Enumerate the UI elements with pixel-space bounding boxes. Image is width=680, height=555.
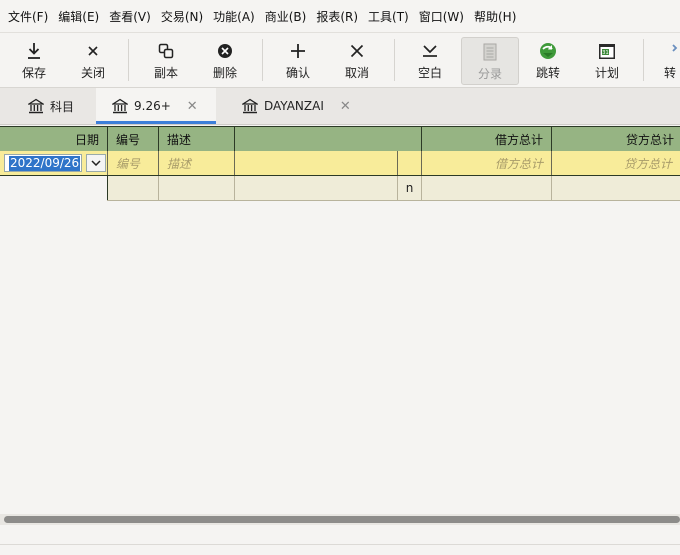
toolbar-separator <box>394 39 395 81</box>
description-field[interactable]: 描述 <box>159 151 235 175</box>
reconcile-field[interactable] <box>398 151 422 175</box>
save-label: 保存 <box>21 66 46 80</box>
close-button[interactable]: 关闭 <box>67 37 119 83</box>
chevron-down-icon <box>91 160 101 166</box>
menu-transaction[interactable]: 交易(N) <box>153 8 203 25</box>
scrollbar-thumb[interactable] <box>4 516 680 523</box>
blank-icon <box>420 40 440 62</box>
close-tab-icon[interactable]: ✕ <box>187 99 198 114</box>
enter-button[interactable]: 确认 <box>272 37 324 83</box>
toolbar: 保存 关闭 副本 删除 确认 取消 空白 分录 跳转 31 计划 转 <box>0 33 680 88</box>
duplicate-button[interactable]: 副本 <box>140 37 192 83</box>
menu-business[interactable]: 商业(B) <box>257 8 307 25</box>
register-header: 日期 编号 描述 借方总计 贷方总计 <box>0 126 680 151</box>
tab-label: 9.26+ <box>134 99 171 113</box>
menu-bar: 文件(F) 编辑(E) 查看(V) 交易(N) 功能(A) 商业(B) 报表(R… <box>0 0 680 33</box>
transfer-label: 转 <box>663 66 676 80</box>
blank-label: 空白 <box>417 66 442 80</box>
header-num[interactable]: 编号 <box>108 127 159 151</box>
register-entry-row: 2022/09/26 编号 描述 借方总计 贷方总计 <box>0 151 680 176</box>
horizontal-scrollbar[interactable] <box>0 514 680 525</box>
save-icon <box>24 40 44 62</box>
menu-edit[interactable]: 编辑(E) <box>50 8 99 25</box>
schedule-button[interactable]: 31 计划 <box>581 37 633 83</box>
menu-windows[interactable]: 窗口(W) <box>411 8 464 25</box>
credit-field[interactable]: 贷方总计 <box>552 151 680 175</box>
transfer-field[interactable] <box>235 151 398 175</box>
date-field[interactable]: 2022/09/26 <box>4 154 82 172</box>
cancel-button[interactable]: 取消 <box>331 37 383 83</box>
tab-label: DAYANZAI <box>264 99 324 113</box>
svg-text:31: 31 <box>602 50 608 56</box>
header-description[interactable]: 描述 <box>159 127 235 151</box>
close-icon <box>83 40 103 62</box>
header-credit-total[interactable]: 贷方总计 <box>552 127 680 151</box>
header-date[interactable]: 日期 <box>0 127 108 151</box>
delete-icon <box>215 40 235 62</box>
split-reconcile-cell[interactable]: n <box>398 176 422 200</box>
split-button[interactable]: 分录 <box>461 37 519 85</box>
split-num-cell[interactable] <box>107 176 159 200</box>
jump-icon <box>538 40 558 62</box>
tab-register-926[interactable]: 9.26+ ✕ <box>96 88 216 124</box>
menu-file[interactable]: 文件(F) <box>0 8 48 25</box>
enter-label: 确认 <box>285 66 310 80</box>
menu-actions[interactable]: 功能(A) <box>205 8 255 25</box>
tab-dayanzai[interactable]: DAYANZAI ✕ <box>232 88 372 124</box>
split-credit-cell[interactable] <box>552 176 680 200</box>
bank-icon <box>112 98 128 114</box>
delete-label: 删除 <box>212 66 237 80</box>
toolbar-separator <box>128 39 129 81</box>
close-label: 关闭 <box>80 66 105 80</box>
blank-button[interactable]: 空白 <box>404 37 456 83</box>
menu-help[interactable]: 帮助(H) <box>466 8 516 25</box>
header-transfer[interactable] <box>235 127 422 151</box>
schedule-icon: 31 <box>597 40 617 62</box>
header-debit-total[interactable]: 借方总计 <box>422 127 552 151</box>
delete-button[interactable]: 删除 <box>199 37 251 83</box>
split-label: 分录 <box>477 67 502 81</box>
debit-field[interactable]: 借方总计 <box>422 151 552 175</box>
date-dropdown-button[interactable] <box>86 154 106 172</box>
status-bar <box>0 544 680 555</box>
bank-icon <box>242 98 258 114</box>
jump-label: 跳转 <box>535 66 560 80</box>
date-cell[interactable]: 2022/09/26 <box>0 151 108 175</box>
plus-icon <box>288 40 308 62</box>
transfer-button[interactable]: 转 <box>655 37 680 83</box>
duplicate-icon <box>156 40 176 62</box>
toolbar-separator <box>643 39 644 81</box>
tab-accounts[interactable]: 科目 <box>18 88 96 124</box>
schedule-label: 计划 <box>594 66 619 80</box>
split-icon <box>480 41 500 63</box>
menu-view[interactable]: 查看(V) <box>101 8 151 25</box>
menu-tools[interactable]: 工具(T) <box>360 8 409 25</box>
duplicate-label: 副本 <box>153 66 178 80</box>
split-account-cell[interactable] <box>235 176 398 200</box>
tab-label: 科目 <box>50 99 75 114</box>
active-tab-indicator <box>96 121 216 124</box>
close-tab-icon[interactable]: ✕ <box>340 99 351 114</box>
transfer-icon <box>660 40 680 62</box>
save-button[interactable]: 保存 <box>8 37 60 83</box>
toolbar-separator <box>262 39 263 81</box>
cancel-label: 取消 <box>344 66 369 80</box>
split-memo-cell[interactable] <box>159 176 235 200</box>
menu-reports[interactable]: 报表(R) <box>308 8 358 25</box>
register-split-row: n <box>107 176 680 201</box>
jump-button[interactable]: 跳转 <box>522 37 574 83</box>
date-value: 2022/09/26 <box>9 156 81 171</box>
num-field[interactable]: 编号 <box>108 151 159 175</box>
split-debit-cell[interactable] <box>422 176 552 200</box>
tab-bar: 科目 9.26+ ✕ DAYANZAI ✕ <box>0 88 680 125</box>
bank-icon <box>28 98 44 114</box>
cancel-icon <box>347 40 367 62</box>
